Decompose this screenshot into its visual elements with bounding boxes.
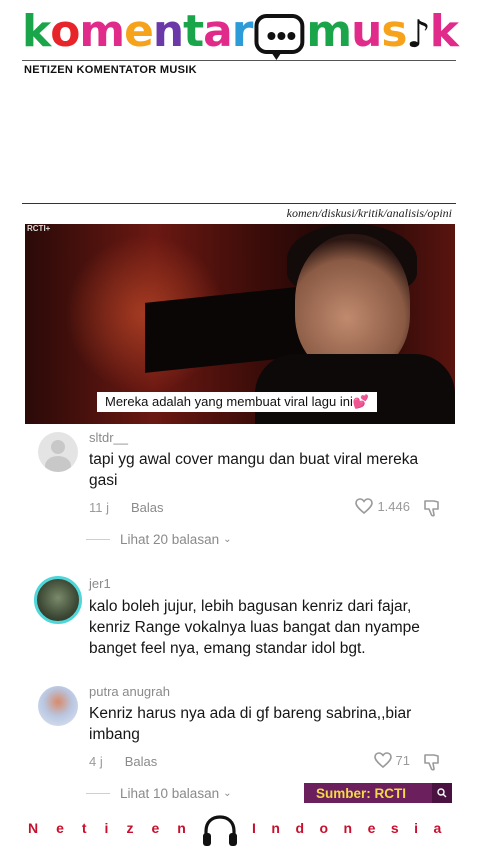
source-badge: Sumber: RCTI (304, 783, 452, 803)
logo-letter: o (50, 6, 80, 57)
like-count: 1.446 (377, 498, 410, 514)
logo-letter: n (152, 6, 184, 57)
like-count: 71 (395, 752, 410, 768)
chevron-down-icon: ⌄ (223, 534, 232, 545)
logo-letter: t (183, 6, 204, 57)
avatar[interactable] (38, 432, 78, 472)
dislike-icon[interactable] (422, 752, 442, 772)
headphones-icon (200, 814, 240, 853)
comment-meta: 11 j Balas (89, 500, 164, 515)
header-divider (22, 60, 456, 61)
comment-text: tapi yg awal cover mangu dan buat viral … (89, 451, 419, 489)
comment-text: kalo boleh jujur, lebih bagusan kenriz d… (89, 598, 420, 657)
comment-username[interactable]: sltdr__ (89, 430, 128, 445)
logo-wordmark: komentar mus♪k (22, 6, 459, 60)
logo-letter: r (231, 6, 254, 57)
view-replies-button[interactable]: Lihat 20 balasan ⌄ (86, 532, 231, 547)
like-button[interactable]: 1.446 (355, 498, 410, 514)
comment-username[interactable]: jer1 (89, 576, 111, 591)
music-note-icon: ♪ (406, 12, 430, 56)
reply-button[interactable]: Balas (131, 500, 164, 515)
logo-letter: s (381, 6, 407, 57)
avatar[interactable] (38, 686, 78, 726)
singer (295, 234, 410, 374)
video-frame[interactable]: RCTI+ Mereka adalah yang membuat viral l… (25, 224, 455, 424)
hearts-emoji: 💕 (352, 394, 370, 409)
dislike-icon[interactable] (422, 498, 442, 518)
avatar[interactable] (34, 576, 82, 624)
footer-right-text: Indonesia (252, 820, 457, 836)
section-divider (22, 203, 456, 204)
logo-letter: m (306, 6, 352, 57)
view-replies-button[interactable]: Lihat 10 balasan ⌄ (86, 786, 231, 801)
logo-letter: u (351, 6, 382, 57)
logo-letter: k (429, 6, 459, 57)
comment-text: Kenriz harus nya ada di gf bareng sabrin… (89, 705, 412, 743)
comment-meta: 4 j Balas (89, 754, 157, 769)
chat-bubble-icon (254, 14, 305, 60)
logo-letter: a (203, 6, 233, 57)
logo-letter: m (79, 6, 125, 57)
video-caption: Mereka adalah yang membuat viral lagu in… (97, 392, 378, 412)
chevron-down-icon: ⌄ (223, 788, 232, 799)
logo-letter: k (22, 6, 51, 57)
like-button[interactable]: 71 (373, 752, 410, 768)
comment-time: 11 j (89, 500, 109, 515)
footer-left-text: Netizen (28, 820, 204, 836)
logo-letter: e (124, 6, 154, 57)
search-icon (432, 783, 452, 803)
broadcaster-watermark: RCTI+ (27, 224, 51, 233)
footer-brand: Netizen Indonesia (24, 814, 458, 848)
comment-username[interactable]: putra anugrah (89, 684, 170, 699)
heart-icon (373, 752, 392, 768)
heart-icon (355, 498, 374, 514)
comment-time: 4 j (89, 754, 103, 769)
brand-logo: komentar mus♪k (22, 6, 459, 60)
tagline: NETIZEN KOMENTATOR MUSIK (24, 64, 197, 76)
reply-button[interactable]: Balas (125, 754, 158, 769)
category-subtag: komen/diskusi/kritik/analisis/opini (286, 206, 452, 220)
